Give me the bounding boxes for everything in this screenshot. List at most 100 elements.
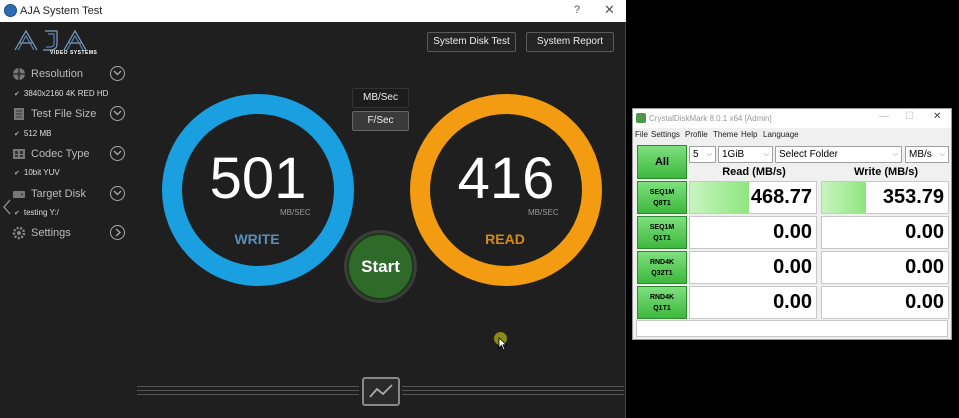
chevron-down-icon[interactable]	[110, 66, 125, 81]
unit-select-value: MB/s	[909, 149, 932, 160]
write-label: WRITE	[234, 231, 280, 247]
read-result-cell: 0.00	[689, 286, 817, 319]
help-button[interactable]: ?	[574, 4, 580, 16]
dropdown-arrow-icon: ⌵	[763, 151, 769, 158]
f-sec-toggle[interactable]: F/Sec	[352, 111, 409, 131]
divider-line	[402, 390, 624, 391]
read-label: READ	[485, 231, 525, 247]
test-button-row[interactable]: SEQ1M Q1T1	[637, 216, 687, 249]
write-header: Write (MB/s)	[854, 166, 918, 178]
test-file-size-value-text: 512 MB	[23, 129, 52, 138]
test-button-row[interactable]: RND4K Q32T1	[637, 251, 687, 284]
target-disk-value: ✔ testing Y:/	[14, 208, 59, 217]
cdm-close-button[interactable]: ✕	[933, 111, 941, 122]
chevron-down-icon[interactable]	[110, 146, 125, 161]
check-icon: ✔	[14, 91, 20, 98]
aja-window-title: AJA System Test	[20, 5, 103, 17]
menu-help[interactable]: Help	[741, 130, 757, 139]
count-select-value: 5	[693, 149, 699, 160]
write-result-cell: 0.00	[821, 216, 949, 249]
mb-sec-toggle[interactable]: MB/Sec	[352, 88, 409, 108]
all-button[interactable]: All	[637, 145, 687, 179]
divider-line	[402, 386, 624, 387]
cdm-menubar: File Settings Profile Theme Help Languag…	[633, 128, 951, 141]
system-disk-test-button[interactable]: System Disk Test	[427, 32, 516, 52]
write-value: 501	[209, 146, 307, 211]
folder-select[interactable]: Select Folder ⌵	[775, 146, 902, 163]
write-result-cell: 0.00	[821, 286, 949, 319]
unit-select[interactable]: MB/s ⌵	[905, 146, 949, 163]
size-select-value: 1GiB	[722, 149, 745, 160]
menu-profile[interactable]: Profile	[685, 130, 708, 139]
resolution-label: Resolution	[31, 68, 83, 80]
read-header: Read (MB/s)	[722, 166, 786, 178]
dropdown-arrow-icon: ⌵	[939, 151, 945, 158]
test-name: SEQ1M	[649, 224, 675, 231]
close-button[interactable]: ✕	[604, 2, 615, 18]
file-size-icon	[12, 107, 26, 121]
mouse-cursor-icon	[498, 337, 508, 351]
resolution-value-text: 3840x2160 4K RED HD	[23, 89, 109, 98]
test-file-size-label: Test File Size	[31, 108, 97, 120]
read-value: 416	[457, 146, 555, 211]
codec-type-value-text: 10bit YUV	[23, 168, 60, 177]
write-result-cell: 0.00	[821, 251, 949, 284]
test-button-row[interactable]: SEQ1M Q8T1	[637, 181, 687, 214]
test-name: SEQ1M	[649, 189, 675, 196]
read-result-cell: 0.00	[689, 251, 817, 284]
settings-label: Settings	[31, 227, 71, 239]
cdm-app-icon	[636, 113, 646, 123]
test-button-row[interactable]: RND4K Q1T1	[637, 286, 687, 319]
write-unit: MB/SEC	[280, 208, 311, 217]
write-result-value: 353.79	[882, 186, 944, 208]
test-name: RND4K	[649, 294, 675, 301]
read-result-value: 0.00	[773, 221, 812, 243]
dropdown-arrow-icon: ⌵	[892, 151, 898, 158]
graph-icon	[369, 384, 393, 398]
write-result-value: 0.00	[905, 221, 944, 243]
disk-icon	[12, 187, 26, 201]
aja-app-icon	[4, 4, 17, 17]
collapse-sidebar-icon[interactable]	[2, 198, 12, 221]
menu-settings[interactable]: Settings	[651, 130, 680, 139]
resolution-value: ✔ 3840x2160 4K RED HD	[14, 89, 108, 98]
read-result-value: 0.00	[773, 291, 812, 313]
divider-line	[137, 390, 359, 391]
check-icon: ✔	[14, 131, 20, 138]
read-result-value: 468.77	[750, 186, 812, 208]
start-button[interactable]: Start	[347, 233, 414, 300]
graph-button[interactable]	[362, 377, 400, 406]
chevron-down-icon[interactable]	[110, 186, 125, 201]
divider-line	[402, 394, 624, 395]
cdm-comment-field[interactable]	[636, 320, 948, 337]
read-result-cell: 0.00	[689, 216, 817, 249]
menu-language[interactable]: Language	[763, 130, 799, 139]
aja-window: AJA System Test ? ✕ VIDEO SYSTEMS System…	[0, 0, 626, 418]
codec-type-value: ✔ 10bit YUV	[14, 168, 60, 177]
menu-file[interactable]: File	[635, 130, 648, 139]
read-result-value: 0.00	[773, 256, 812, 278]
check-icon: ✔	[14, 210, 20, 217]
cdm-window: CrystalDiskMark 8.0.1 x64 [Admin] — ☐ ✕ …	[632, 108, 952, 340]
write-result-value: 0.00	[905, 256, 944, 278]
resolution-icon	[12, 67, 26, 81]
aja-titlebar: AJA System Test ? ✕	[0, 0, 626, 22]
system-report-button[interactable]: System Report	[526, 32, 614, 52]
read-result-cell: 468.77	[689, 181, 817, 214]
size-select[interactable]: 1GiB ⌵	[718, 146, 773, 163]
minimize-button[interactable]: —	[879, 111, 889, 122]
target-disk-label: Target Disk	[31, 188, 87, 200]
chevron-right-icon[interactable]	[110, 225, 125, 240]
read-result-bar	[690, 182, 750, 213]
gear-icon	[12, 226, 26, 240]
test-params: Q1T1	[653, 305, 671, 312]
menu-theme[interactable]: Theme	[713, 130, 738, 139]
write-result-value: 0.00	[905, 291, 944, 313]
chevron-down-icon[interactable]	[110, 106, 125, 121]
aja-logo-subtitle: VIDEO SYSTEMS	[50, 50, 98, 56]
test-name: RND4K	[649, 259, 675, 266]
maximize-button[interactable]: ☐	[905, 111, 914, 122]
count-select[interactable]: 5 ⌵	[689, 146, 716, 163]
write-result-cell: 353.79	[821, 181, 949, 214]
test-file-size-value: ✔ 512 MB	[14, 129, 51, 138]
